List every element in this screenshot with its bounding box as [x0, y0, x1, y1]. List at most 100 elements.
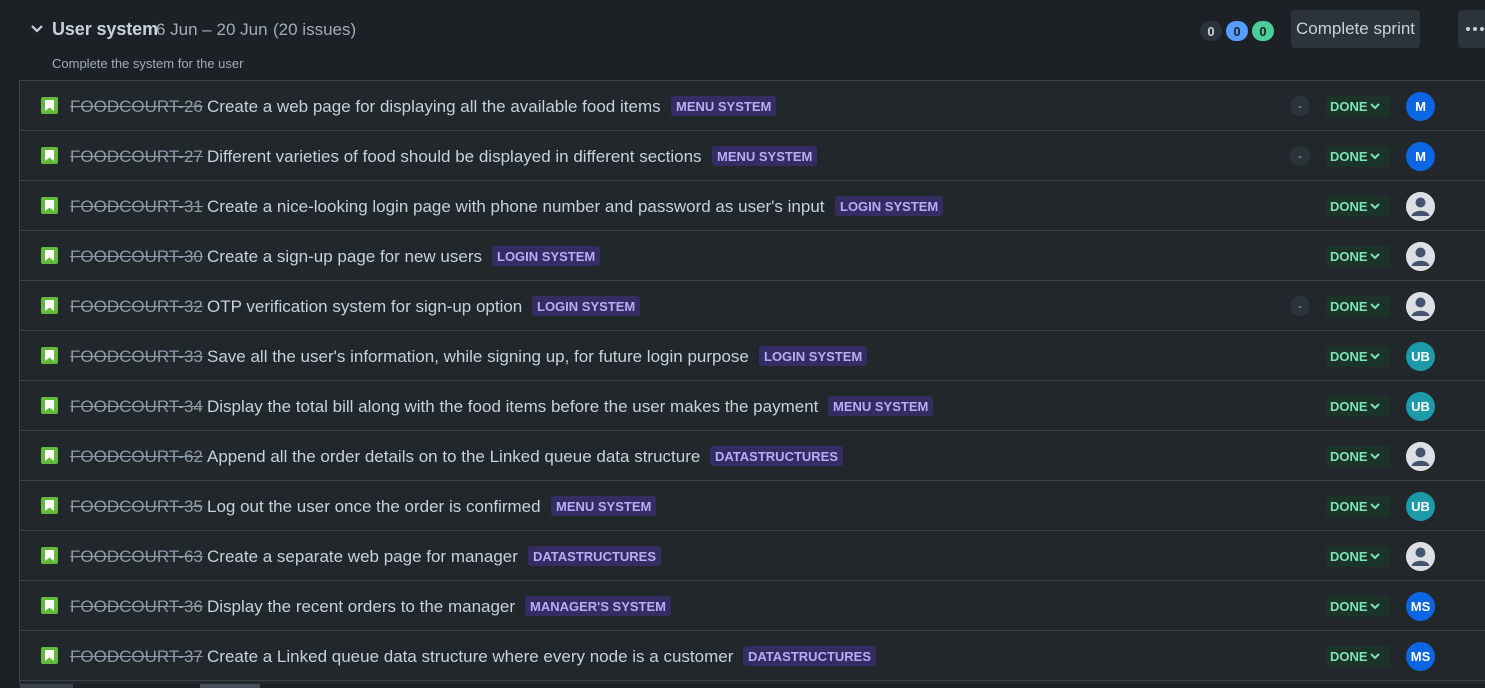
issue-summary[interactable]: Append all the order details on to the L…: [207, 447, 700, 467]
status-dropdown[interactable]: DONE: [1326, 446, 1390, 467]
status-dropdown[interactable]: DONE: [1326, 646, 1390, 667]
complete-sprint-button[interactable]: Complete sprint: [1291, 10, 1420, 48]
issue-key-link[interactable]: FOODCOURT-62: [70, 447, 203, 467]
epic-lozenge[interactable]: LOGIN SYSTEM: [835, 196, 944, 216]
issue-row[interactable]: FOODCOURT-62 Append all the order details…: [20, 431, 1485, 481]
issue-row[interactable]: FOODCOURT-30 Create a sign-up page for ne…: [20, 231, 1485, 281]
assignee-avatar[interactable]: UB: [1406, 392, 1435, 421]
unassigned-avatar-icon[interactable]: [1406, 542, 1435, 571]
issue-row[interactable]: FOODCOURT-35 Log out the user once the or…: [20, 481, 1485, 531]
status-dropdown[interactable]: DONE: [1326, 96, 1390, 117]
epic-lozenge[interactable]: LOGIN SYSTEM: [492, 246, 601, 266]
assignee-avatar[interactable]: M: [1406, 142, 1435, 171]
epic-lozenge[interactable]: MENU SYSTEM: [551, 496, 657, 516]
issue-key-link[interactable]: FOODCOURT-26: [70, 97, 203, 117]
status-dropdown[interactable]: DONE: [1326, 146, 1390, 167]
issue-row[interactable]: FOODCOURT-31 Create a nice-looking login …: [20, 181, 1485, 231]
status-label: DONE: [1330, 299, 1368, 314]
assignee-initials: MS: [1410, 649, 1431, 664]
status-dropdown[interactable]: DONE: [1326, 346, 1390, 367]
story-points-estimate[interactable]: -: [1290, 96, 1310, 116]
story-icon: [41, 197, 58, 214]
issue-row[interactable]: FOODCOURT-26 Create a web page for displa…: [20, 81, 1485, 131]
chevron-down-icon: [1369, 553, 1380, 560]
status-label: DONE: [1330, 199, 1368, 214]
chevron-down-icon: [1369, 453, 1380, 460]
assignee-avatar[interactable]: M: [1406, 92, 1435, 121]
issue-key-link[interactable]: FOODCOURT-27: [70, 147, 203, 167]
issue-key-link[interactable]: FOODCOURT-35: [70, 497, 203, 517]
assignee-avatar[interactable]: MS: [1406, 642, 1435, 671]
issue-key-link[interactable]: FOODCOURT-30: [70, 247, 203, 267]
issue-key-link[interactable]: FOODCOURT-33: [70, 347, 203, 367]
epic-lozenge[interactable]: LOGIN SYSTEM: [759, 346, 868, 366]
issue-summary[interactable]: Log out the user once the order is confi…: [207, 497, 541, 517]
issue-summary[interactable]: Different varieties of food should be di…: [207, 147, 702, 167]
chevron-down-icon[interactable]: [30, 22, 44, 36]
issue-key-link[interactable]: FOODCOURT-63: [70, 547, 203, 567]
issue-summary[interactable]: Create a separate web page for manager: [207, 547, 518, 567]
issue-summary[interactable]: Create a web page for displaying all the…: [207, 97, 661, 117]
sprint-dates: 6 Jun – 20 Jun: [156, 20, 268, 39]
scrollbar-track-segment: [20, 684, 73, 688]
scrollbar-thumb[interactable]: [200, 684, 260, 688]
assignee-initials: UB: [1411, 349, 1430, 364]
story-points-estimate[interactable]: -: [1290, 296, 1310, 316]
unassigned-avatar-icon[interactable]: [1406, 242, 1435, 271]
status-dropdown[interactable]: DONE: [1326, 196, 1390, 217]
issue-row[interactable]: FOODCOURT-27 Different varieties of food …: [20, 131, 1485, 181]
issue-summary[interactable]: Create a nice-looking login page with ph…: [207, 197, 825, 217]
assignee-avatar[interactable]: UB: [1406, 342, 1435, 371]
more-dot-icon: [1466, 27, 1470, 31]
sprint-name[interactable]: User system: [52, 19, 158, 40]
chevron-down-icon: [1369, 203, 1380, 210]
issue-key-link[interactable]: FOODCOURT-34: [70, 397, 203, 417]
epic-lozenge[interactable]: MENU SYSTEM: [712, 146, 818, 166]
status-dropdown[interactable]: DONE: [1326, 496, 1390, 517]
epic-lozenge[interactable]: MENU SYSTEM: [828, 396, 934, 416]
status-dropdown[interactable]: DONE: [1326, 596, 1390, 617]
issue-summary[interactable]: Create a Linked queue data structure whe…: [207, 647, 733, 667]
status-dropdown[interactable]: DONE: [1326, 546, 1390, 567]
chevron-down-icon: [1369, 503, 1380, 510]
epic-lozenge[interactable]: DATASTRUCTURES: [528, 546, 662, 566]
epic-lozenge[interactable]: DATASTRUCTURES: [743, 646, 877, 666]
issue-summary[interactable]: Display the recent orders to the manager: [207, 597, 515, 617]
issue-key-link[interactable]: FOODCOURT-31: [70, 197, 203, 217]
story-icon: [41, 347, 58, 364]
issue-key-link[interactable]: FOODCOURT-37: [70, 647, 203, 667]
issue-row[interactable]: FOODCOURT-33 Save all the user's informat…: [20, 331, 1485, 381]
story-icon: [41, 397, 58, 414]
status-dropdown[interactable]: DONE: [1326, 246, 1390, 267]
issue-row[interactable]: FOODCOURT-32 OTP verification system for …: [20, 281, 1485, 331]
more-actions-button[interactable]: [1458, 10, 1485, 48]
horizontal-scrollbar[interactable]: [0, 684, 1485, 688]
issue-summary[interactable]: OTP verification system for sign-up opti…: [207, 297, 522, 317]
story-points-estimate[interactable]: -: [1290, 146, 1310, 166]
epic-lozenge[interactable]: DATASTRUCTURES: [710, 446, 844, 466]
epic-lozenge[interactable]: LOGIN SYSTEM: [532, 296, 641, 316]
issue-row[interactable]: FOODCOURT-36 Display the recent orders to…: [20, 581, 1485, 631]
issue-row[interactable]: FOODCOURT-63 Create a separate web page f…: [20, 531, 1485, 581]
unassigned-avatar-icon[interactable]: [1406, 192, 1435, 221]
issue-row[interactable]: FOODCOURT-37 Create a Linked queue data s…: [20, 631, 1485, 681]
chevron-down-icon: [1369, 303, 1380, 310]
issue-key-link[interactable]: FOODCOURT-32: [70, 297, 203, 317]
epic-lozenge[interactable]: MENU SYSTEM: [671, 96, 777, 116]
in-progress-count-badge: 0: [1226, 21, 1248, 41]
unassigned-avatar-icon[interactable]: [1406, 442, 1435, 471]
assignee-avatar[interactable]: UB: [1406, 492, 1435, 521]
issue-key-link[interactable]: FOODCOURT-36: [70, 597, 203, 617]
unassigned-avatar-icon[interactable]: [1406, 292, 1435, 321]
issue-summary[interactable]: Save all the user's information, while s…: [207, 347, 749, 367]
issue-row[interactable]: FOODCOURT-34 Display the total bill along…: [20, 381, 1485, 431]
story-icon: [41, 297, 58, 314]
assignee-avatar[interactable]: MS: [1406, 592, 1435, 621]
status-dropdown[interactable]: DONE: [1326, 296, 1390, 317]
assignee-initials: MS: [1410, 599, 1431, 614]
issue-summary[interactable]: Create a sign-up page for new users: [207, 247, 482, 267]
issue-summary[interactable]: Display the total bill along with the fo…: [207, 397, 818, 417]
status-label: DONE: [1330, 549, 1368, 564]
epic-lozenge[interactable]: MANAGER'S SYSTEM: [525, 596, 671, 616]
status-dropdown[interactable]: DONE: [1326, 396, 1390, 417]
